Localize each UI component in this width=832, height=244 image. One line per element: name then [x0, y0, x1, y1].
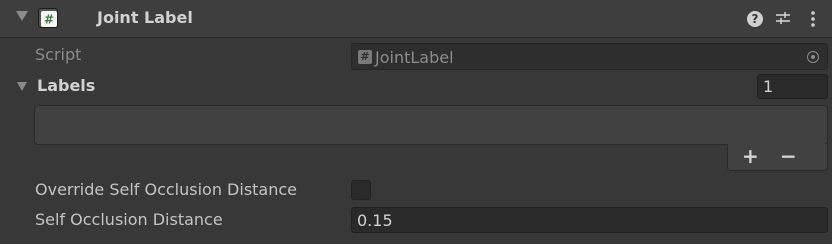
add-element-button[interactable]: +: [742, 144, 759, 168]
labels-foldout-arrow-icon[interactable]: [17, 82, 27, 91]
svg-text:#: #: [44, 13, 54, 27]
script-object-field[interactable]: # JointLabel: [351, 43, 828, 70]
component-title: Joint Label: [97, 8, 193, 27]
presets-icon[interactable]: [775, 10, 791, 26]
labels-count-value: 1: [763, 77, 774, 96]
script-value: JointLabel: [375, 48, 454, 67]
component-enable-checkbox[interactable]: #: [38, 8, 58, 28]
override-self-occlusion-label: Override Self Occlusion Distance: [35, 180, 298, 199]
object-picker-icon[interactable]: [807, 51, 819, 63]
labels-title[interactable]: Labels: [37, 76, 95, 95]
self-occlusion-distance-value: 0.15: [357, 211, 393, 230]
component-header[interactable]: # Joint Label ?: [0, 0, 832, 38]
self-occlusion-distance-field[interactable]: 0.15: [351, 207, 828, 233]
foldout-arrow-icon[interactable]: [16, 11, 28, 21]
help-icon[interactable]: ?: [747, 11, 763, 27]
csharp-script-icon: #: [358, 50, 372, 64]
override-self-occlusion-checkbox[interactable]: [351, 180, 371, 200]
labels-list[interactable]: [34, 105, 828, 145]
csharp-script-icon: #: [41, 11, 57, 27]
labels-count-field[interactable]: 1: [757, 74, 828, 99]
self-occlusion-distance-label: Self Occlusion Distance: [35, 210, 223, 229]
remove-element-button[interactable]: −: [780, 144, 797, 168]
script-label: Script: [35, 45, 82, 64]
list-footer: + −: [727, 144, 828, 171]
kebab-menu-icon[interactable]: [810, 10, 816, 28]
